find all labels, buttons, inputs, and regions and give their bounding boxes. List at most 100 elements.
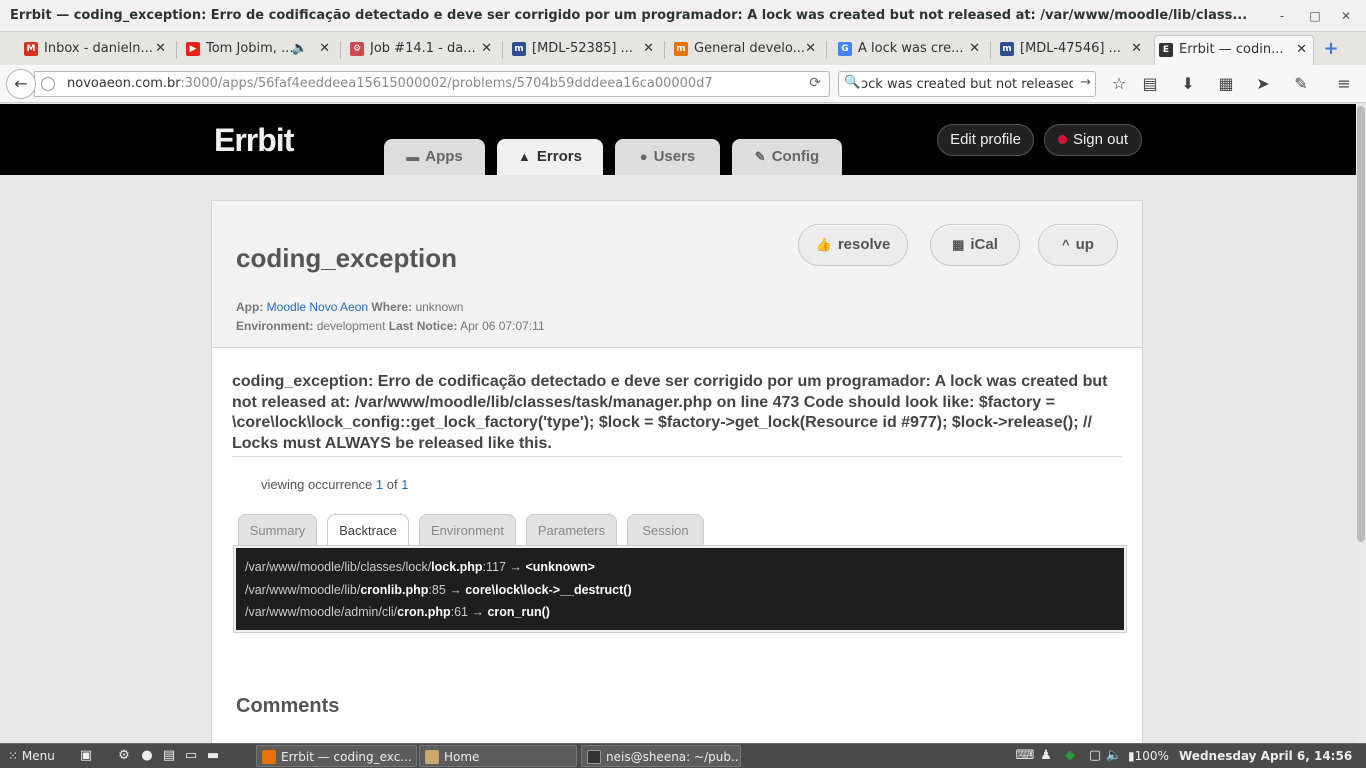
- app-link[interactable]: Moodle Novo Aeon: [267, 300, 368, 314]
- sign-out-button[interactable]: Sign out: [1044, 124, 1142, 156]
- occurrence-counter: viewing occurrence 1 of 1: [261, 477, 409, 492]
- moodle-tracker-icon: m: [512, 42, 526, 56]
- tab-label: Inbox - danieln...: [44, 41, 153, 56]
- tab-backtrace[interactable]: Backtrace: [327, 514, 409, 548]
- folder-launcher-icon[interactable]: ▬: [203, 745, 223, 767]
- close-tab-icon[interactable]: ✕: [319, 35, 330, 63]
- jenkins-icon: ⚙: [350, 42, 364, 56]
- close-tab-icon[interactable]: ✕: [1296, 36, 1307, 64]
- close-tab-icon[interactable]: ✕: [805, 35, 816, 63]
- search-input[interactable]: [861, 75, 1073, 93]
- file-manager-launcher-icon[interactable]: ▣: [76, 745, 96, 767]
- briefcase-icon: ▬: [406, 149, 420, 164]
- tab-parameters[interactable]: Parameters: [526, 514, 617, 547]
- taskbar-window-firefox[interactable]: Errbit — coding_exc...: [256, 745, 417, 767]
- keyboard-icon[interactable]: ⌨: [1015, 745, 1035, 767]
- firefox-launcher-icon[interactable]: ●: [137, 745, 157, 767]
- up-button[interactable]: ^ up: [1038, 224, 1118, 266]
- url-bar[interactable]: novoaeon.com.br:3000/apps/56faf4eeddeea1…: [34, 71, 830, 97]
- calendar-icon: ▦: [952, 237, 965, 252]
- tools-wrench-icon[interactable]: ✎: [1291, 74, 1311, 94]
- ical-button[interactable]: ▦ iCal: [930, 224, 1020, 266]
- tab-label: [MDL-52385] ...: [532, 41, 633, 56]
- problem-card: coding_exception App: Moodle Novo Aeon W…: [211, 200, 1143, 743]
- tab-session[interactable]: Session: [627, 514, 704, 547]
- youtube-icon: ▶: [186, 42, 200, 56]
- error-message: coding_exception: Erro de codificação de…: [232, 373, 1108, 452]
- close-window-button[interactable]: ✕: [1336, 6, 1356, 26]
- tab-label: A lock was cre...: [858, 41, 964, 56]
- google-icon: G: [838, 42, 852, 56]
- close-tab-icon[interactable]: ✕: [643, 35, 654, 63]
- menu-tab-errors[interactable]: ▲ Errors: [497, 139, 603, 175]
- tab-label: Errbit — codin...: [1179, 42, 1284, 57]
- maximize-button[interactable]: □: [1305, 6, 1325, 26]
- close-tab-icon[interactable]: ✕: [155, 35, 166, 63]
- browser-tab[interactable]: m General develo... ✕: [670, 35, 822, 65]
- taskbar-window-terminal[interactable]: neis@sheena: ~/pub...: [581, 745, 741, 767]
- gmail-icon: M: [24, 42, 38, 56]
- browser-tab[interactable]: G A lock was cre... ✕: [834, 35, 986, 65]
- tab-label: [MDL-47546] ...: [1020, 41, 1121, 56]
- errbit-header: Errbit ▬ Apps ▲ Errors ● Users ✎ Config Edit…: [0, 104, 1356, 175]
- divider: [232, 456, 1122, 457]
- problem-header: coding_exception App: Moodle Novo Aeon W…: [212, 201, 1142, 348]
- navigation-bar: novoaeon.com.br:3000/apps/56faf4eeddeea1…: [0, 65, 1366, 103]
- close-tab-icon[interactable]: ✕: [481, 35, 492, 63]
- brazil-flag-icon[interactable]: ◆: [1060, 745, 1080, 767]
- reload-icon[interactable]: ⟳: [809, 75, 821, 91]
- speaker-icon[interactable]: 🔈: [292, 35, 308, 63]
- close-tab-icon[interactable]: ✕: [1131, 35, 1142, 63]
- start-menu-button[interactable]: ⁙ Menu: [8, 745, 68, 767]
- menu-grid-icon: ⁙: [8, 749, 22, 763]
- menu-tab-config[interactable]: ✎ Config: [732, 139, 842, 175]
- close-tab-icon[interactable]: ✕: [969, 35, 980, 63]
- page-title: coding_exception: [236, 243, 458, 273]
- reading-list-icon[interactable]: ▤: [1140, 74, 1160, 94]
- edit-profile-button[interactable]: Edit profile: [937, 124, 1034, 156]
- scrollbar-thumb[interactable]: [1357, 106, 1365, 542]
- go-arrow-icon[interactable]: →: [1080, 75, 1091, 90]
- occurrence-total[interactable]: 1: [401, 477, 408, 492]
- clock[interactable]: Wednesday April 6, 14:56: [1179, 745, 1352, 767]
- resolve-button[interactable]: 👍 resolve: [798, 224, 908, 266]
- apps-grid-icon[interactable]: ▦: [1216, 74, 1236, 94]
- url-text: novoaeon.com.br:3000/apps/56faf4eeddeea1…: [67, 76, 713, 91]
- taskbar: ⁙ Menu ▣ ⚙ ● ▤ ▭ ▬ Errbit — coding_exc..…: [0, 743, 1366, 768]
- battery-indicator[interactable]: ▮100%: [1128, 745, 1178, 767]
- volume-icon[interactable]: 🔈: [1104, 745, 1124, 767]
- menu-tab-users[interactable]: ● Users: [615, 139, 720, 175]
- menu-tab-apps[interactable]: ▬ Apps: [384, 139, 485, 175]
- occurrence-current[interactable]: 1: [376, 477, 383, 492]
- globe-icon: [41, 77, 55, 91]
- browser-tab[interactable]: ▶ Tom Jobim, ... 🔈 ✕: [182, 35, 336, 65]
- settings-launcher-icon[interactable]: ⚙: [114, 745, 134, 767]
- taskbar-window-home[interactable]: Home: [419, 745, 577, 767]
- page-scrollbar[interactable]: [1356, 104, 1366, 743]
- terminal-launcher-icon[interactable]: ▭: [181, 745, 201, 767]
- backtrace-line: /var/www/moodle/lib/cronlib.php:85 → cor…: [245, 582, 632, 597]
- browser-tab[interactable]: M Inbox - danieln... ✕: [20, 35, 172, 65]
- minimize-button[interactable]: -: [1272, 6, 1292, 26]
- tab-environment[interactable]: Environment: [419, 514, 516, 547]
- wrench-icon: ✎: [754, 149, 766, 164]
- download-icon[interactable]: ⬇: [1178, 74, 1198, 94]
- send-icon[interactable]: ➤: [1253, 74, 1273, 94]
- browser-tab[interactable]: ⚙ Job #14.1 - da... ✕: [346, 35, 498, 65]
- package-manager-launcher-icon[interactable]: ▤: [159, 745, 179, 767]
- user-icon[interactable]: ♟: [1036, 745, 1056, 767]
- errbit-logo[interactable]: Errbit: [214, 122, 294, 159]
- browser-tab[interactable]: m [MDL-52385] ... ✕: [508, 35, 660, 65]
- browser-tab[interactable]: m [MDL-47546] ... ✕: [996, 35, 1148, 65]
- page-content: coding_exception App: Moodle Novo Aeon W…: [0, 175, 1356, 743]
- search-box[interactable]: 🔍 →: [838, 71, 1096, 97]
- hamburger-menu-icon[interactable]: ≡: [1334, 74, 1354, 94]
- new-tab-button[interactable]: +: [1322, 40, 1340, 59]
- bookmark-star-icon[interactable]: ☆: [1109, 74, 1129, 94]
- network-icon[interactable]: ▢: [1085, 745, 1105, 767]
- tab-label: Job #14.1 - da...: [370, 41, 476, 56]
- back-button[interactable]: ←: [6, 69, 36, 99]
- tab-summary[interactable]: Summary: [238, 514, 317, 547]
- browser-tab-active[interactable]: E Errbit — codin... ✕: [1154, 35, 1314, 65]
- search-icon: 🔍: [844, 75, 861, 90]
